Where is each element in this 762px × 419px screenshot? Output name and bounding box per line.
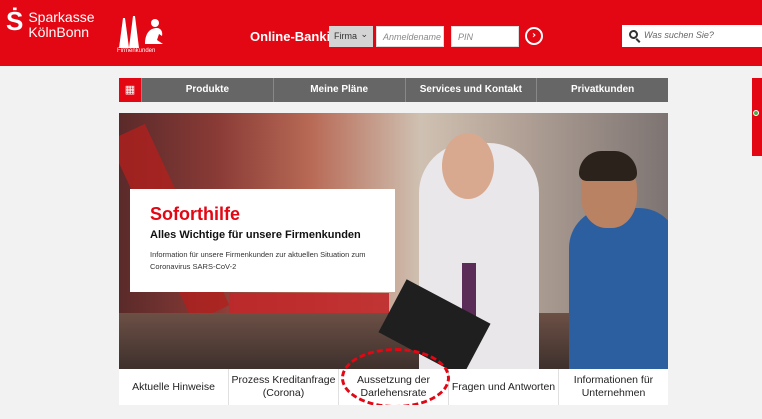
arrow-right-icon: › <box>531 30 537 41</box>
promo-text: Information für unsere Firmenkunden zur … <box>150 250 366 271</box>
site-header: Ṡ Sparkasse KölnBonn Firmenkunden Online… <box>0 0 762 66</box>
cathedral-icon <box>119 16 163 48</box>
nav-item-services[interactable]: Services und Kontakt <box>404 78 537 102</box>
tab-aktuelle-hinweise[interactable]: Aktuelle Hinweise <box>119 369 229 405</box>
side-contact-tab[interactable] <box>752 78 762 156</box>
tab-prozess-kreditanfrage[interactable]: Prozess Kreditanfrage (Corona) <box>229 369 339 405</box>
nav-item-produkte[interactable]: Produkte <box>141 78 273 102</box>
promo-title: Soforthilfe <box>150 204 240 224</box>
search-placeholder: Was suchen Sie? <box>644 30 714 40</box>
logo-line-2: KölnBonn <box>28 24 90 40</box>
tab-fragen-und-antworten[interactable]: Fragen und Antworten <box>449 369 559 405</box>
promo-subtitle: Alles Wichtige für unsere Firmenkunden <box>150 229 361 241</box>
main-nav: ▦ Produkte Meine Pläne Services und Kont… <box>119 78 668 102</box>
account-type-value: Firma <box>334 31 357 41</box>
tab-aussetzung-darlehensrate[interactable]: Aussetzung der Darlehensrate <box>339 369 449 405</box>
search-input[interactable]: Was suchen Sie? <box>622 25 762 47</box>
pin-field[interactable]: PIN <box>451 26 519 47</box>
search-icon <box>629 30 638 39</box>
firmenkunden-logo[interactable]: Firmenkunden <box>117 14 165 58</box>
promo-box[interactable]: Soforthilfe Alles Wichtige für unsere Fi… <box>130 189 395 292</box>
nav-item-meine-plaene[interactable]: Meine Pläne <box>272 78 405 102</box>
sparkasse-s-icon: Ṡ <box>6 6 24 36</box>
building-icon[interactable]: ▦ <box>119 78 141 102</box>
login-arrow-button[interactable]: › <box>525 27 543 45</box>
nav-item-privatkunden[interactable]: Privatkunden <box>536 78 668 102</box>
username-field[interactable]: Anmeldename <box>376 26 444 47</box>
chevron-down-icon: ⌄ <box>360 29 368 39</box>
sparkasse-logo[interactable]: Ṡ Sparkasse KölnBonn <box>6 6 95 40</box>
account-type-select[interactable]: Firma ⌄ <box>329 26 373 47</box>
logo-line-1: Sparkasse <box>28 9 95 25</box>
online-status-icon <box>753 110 759 116</box>
topic-tabs: Aktuelle Hinweise Prozess Kreditanfrage … <box>119 369 668 405</box>
brand-caption: Firmenkunden <box>117 48 156 54</box>
tab-informationen-unternehmen[interactable]: Informationen für Unternehmen <box>559 369 668 405</box>
